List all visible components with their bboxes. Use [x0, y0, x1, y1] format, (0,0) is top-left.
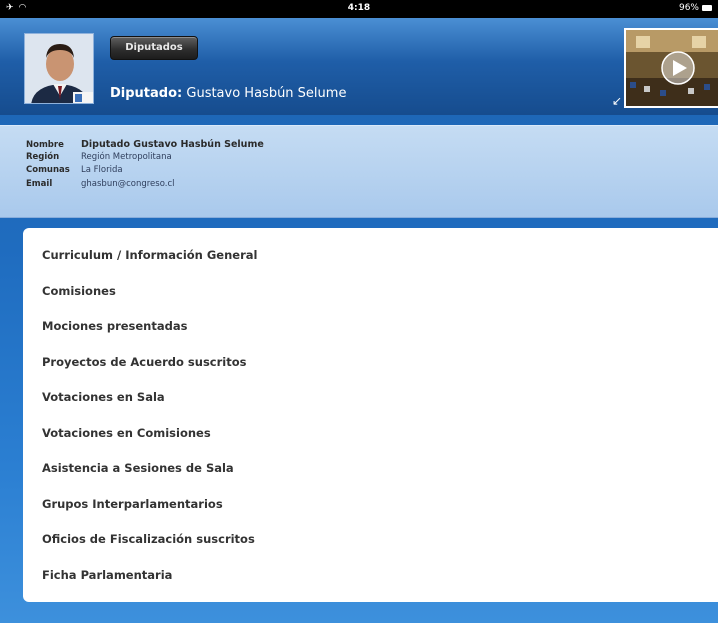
avatar: [24, 33, 94, 104]
info-value: La Florida: [81, 165, 123, 175]
header-bar: Diputados Diputado: Gustavo Hasbún Selum…: [0, 18, 718, 115]
info-row-nombre: Nombre Diputado Gustavo Hasbún Selume: [26, 139, 264, 150]
menu-item-grupos[interactable]: Grupos Interparlamentarios: [42, 497, 682, 511]
menu-item-curriculum[interactable]: Curriculum / Información General: [42, 248, 682, 262]
deputy-info-panel: Nombre Diputado Gustavo Hasbún Selume Reg…: [0, 125, 718, 218]
menu-item-votaciones-sala[interactable]: Votaciones en Sala: [42, 390, 682, 404]
menu-item-proyectos-acuerdo[interactable]: Proyectos de Acuerdo suscritos: [42, 355, 682, 369]
menu-item-oficios[interactable]: Oficios de Fiscalización suscritos: [42, 532, 682, 546]
info-key: Región: [26, 152, 60, 162]
info-value: Diputado Gustavo Hasbún Selume: [81, 139, 264, 150]
info-key: Nombre: [26, 140, 64, 150]
menu-item-mociones[interactable]: Mociones presentadas: [42, 319, 682, 333]
email-link[interactable]: ghasbun@congreso.cl: [81, 179, 175, 189]
menu-item-ficha[interactable]: Ficha Parlamentaria: [42, 568, 682, 582]
battery-percent: 96%: [678, 3, 699, 13]
page-title-label: Diputado:: [110, 86, 183, 101]
status-right: 96%: [679, 3, 712, 13]
info-row-comunas: Comunas La Florida: [26, 165, 123, 175]
menu-item-comisiones[interactable]: Comisiones: [42, 284, 682, 298]
menu-item-asistencia[interactable]: Asistencia a Sesiones de Sala: [42, 461, 682, 475]
deputy-menu-list: Curriculum / Información General Comisio…: [23, 228, 718, 602]
info-row-email: Email ghasbun@congreso.cl: [26, 179, 175, 189]
info-row-region: Región Región Metropolitana: [26, 152, 172, 162]
info-key: Comunas: [26, 165, 70, 175]
info-value: Región Metropolitana: [81, 152, 172, 162]
video-thumbnail[interactable]: [624, 28, 718, 108]
diputados-back-button[interactable]: Diputados: [110, 36, 198, 60]
status-bar: ✈ ◠ 4:18 96%: [0, 0, 718, 18]
deputy-photo-icon: [25, 34, 93, 103]
menu-item-votaciones-comisiones[interactable]: Votaciones en Comisiones: [42, 426, 682, 440]
page-title: Diputado: Gustavo Hasbún Selume: [110, 86, 346, 101]
battery-icon: [702, 5, 712, 11]
swipe-arrow-icon: ↙: [612, 94, 623, 108]
info-key: Email: [26, 179, 53, 189]
page-title-value: Gustavo Hasbún Selume: [186, 86, 347, 101]
status-time: 4:18: [347, 3, 371, 13]
chamber-video-icon: [626, 30, 718, 106]
